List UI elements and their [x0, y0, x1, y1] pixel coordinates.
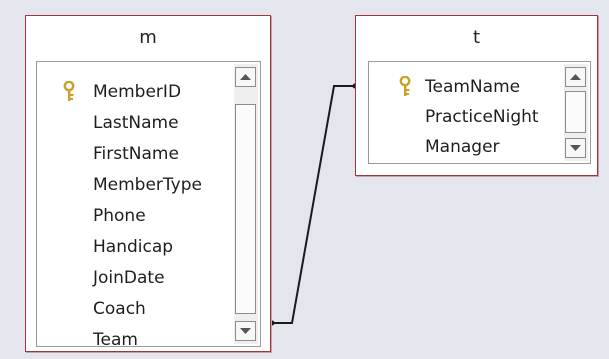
field-teamname[interactable]: TeamName — [369, 72, 563, 102]
key-icon — [63, 81, 75, 101]
field-lastname[interactable]: LastName — [37, 108, 233, 138]
key-icon — [399, 76, 411, 96]
field-list-pane: MemberID LastName FirstName MemberType P… — [36, 61, 261, 347]
field-name: PracticeNight — [425, 107, 539, 127]
scroll-down-arrow-icon — [240, 328, 251, 334]
table-title[interactable]: t — [356, 16, 597, 60]
relationships-canvas: m MemberID LastName FirstName MemberType… — [0, 0, 609, 359]
field-name: MemberID — [93, 82, 182, 102]
scroll-thumb[interactable] — [235, 104, 256, 314]
field-firstname[interactable]: FirstName — [37, 139, 233, 169]
field-manager[interactable]: Manager — [369, 132, 563, 162]
field-phone[interactable]: Phone — [37, 201, 233, 231]
field-handicap[interactable]: Handicap — [37, 232, 233, 262]
field-name: MemberType — [93, 175, 202, 195]
table-m[interactable]: m MemberID LastName FirstName MemberType… — [25, 15, 271, 352]
field-membertype[interactable]: MemberType — [37, 170, 233, 200]
field-team[interactable]: Team — [37, 325, 233, 347]
scroll-up-button[interactable] — [235, 67, 256, 87]
field-name: JoinDate — [93, 268, 165, 288]
scroll-down-button[interactable] — [235, 321, 256, 341]
scroll-up-arrow-icon — [240, 74, 251, 80]
field-name: TeamName — [425, 77, 521, 97]
scroll-down-button[interactable] — [565, 138, 586, 158]
field-name: Phone — [93, 206, 146, 226]
scroll-up-arrow-icon — [570, 74, 581, 80]
vertical-scrollbar[interactable] — [564, 64, 588, 161]
field-name: Coach — [93, 299, 146, 319]
field-name: LastName — [93, 113, 179, 133]
field-name: Manager — [425, 137, 500, 157]
scroll-thumb[interactable] — [565, 91, 586, 133]
vertical-scrollbar[interactable] — [234, 64, 258, 344]
field-coach[interactable]: Coach — [37, 294, 233, 324]
table-title[interactable]: m — [26, 16, 270, 60]
field-list-pane: TeamName PracticeNight Manager — [368, 61, 591, 164]
field-memberid[interactable]: MemberID — [37, 77, 233, 107]
field-joindate[interactable]: JoinDate — [37, 263, 233, 293]
field-name: FirstName — [93, 144, 179, 164]
field-name: Team — [93, 330, 138, 347]
field-practicenight[interactable]: PracticeNight — [369, 102, 563, 132]
field-name: Handicap — [93, 237, 174, 257]
table-t[interactable]: t TeamName PracticeNight Manager — [355, 15, 598, 176]
scroll-up-button[interactable] — [565, 67, 586, 87]
scroll-down-arrow-icon — [570, 145, 581, 151]
